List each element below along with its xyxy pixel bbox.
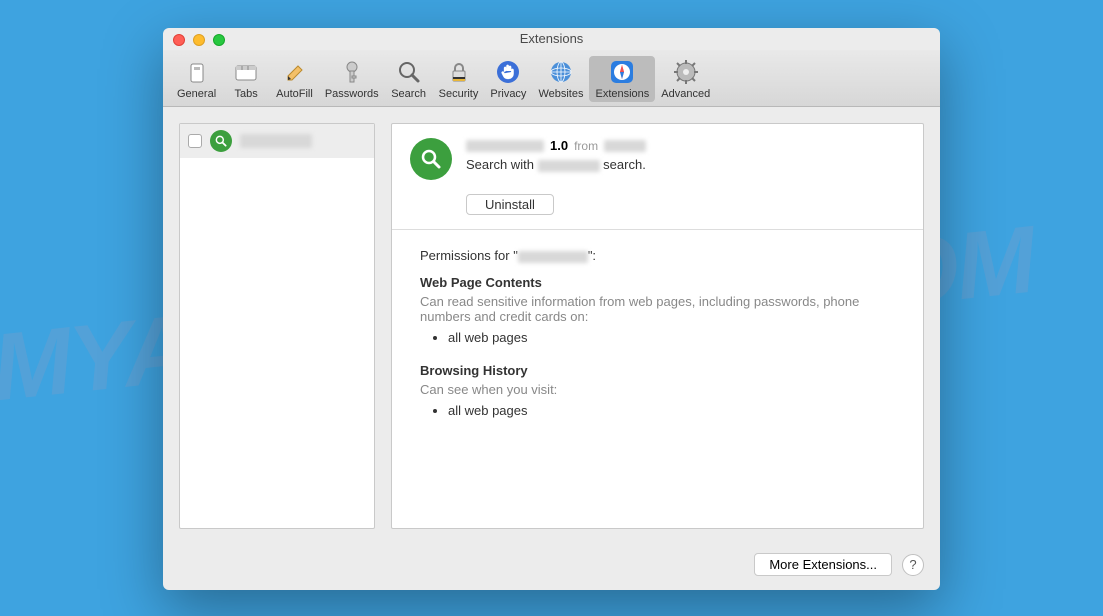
key-icon <box>338 58 366 86</box>
more-extensions-button[interactable]: More Extensions... <box>754 553 892 576</box>
extension-author-redacted <box>604 140 646 152</box>
perm-section-browsing-history: Browsing History Can see when you visit:… <box>420 363 895 418</box>
detail-description: Search with search. <box>466 157 905 172</box>
globe-icon <box>547 58 575 86</box>
perm-title: Browsing History <box>420 363 895 378</box>
perm-title: Web Page Contents <box>420 275 895 290</box>
content-area: 1.0 from Search with search. Uninstall <box>163 107 940 545</box>
perm-name-redacted <box>518 251 588 263</box>
preferences-window: Extensions General Tabs AutoFill Passwor… <box>163 28 940 590</box>
tab-extensions[interactable]: Extensions <box>589 56 655 102</box>
traffic-lights <box>173 34 225 46</box>
desc-suffix: search. <box>603 157 646 172</box>
extension-enable-checkbox[interactable] <box>188 134 202 148</box>
tab-websites[interactable]: Websites <box>532 56 589 102</box>
detail-info: 1.0 from Search with search. <box>466 138 905 172</box>
tab-label: Passwords <box>325 88 379 100</box>
tab-security[interactable]: Security <box>433 56 485 102</box>
footer: More Extensions... ? <box>163 545 940 590</box>
minimize-button[interactable] <box>193 34 205 46</box>
switch-icon <box>183 58 211 86</box>
help-button[interactable]: ? <box>902 554 924 576</box>
desc-prefix: Search with <box>466 157 534 172</box>
toolbar: General Tabs AutoFill Passwords Search <box>163 50 940 107</box>
compass-icon <box>608 58 636 86</box>
perm-list: all web pages <box>448 330 895 345</box>
extension-title-redacted <box>466 140 544 152</box>
extension-name-redacted <box>240 134 312 148</box>
tab-label: Security <box>439 88 479 100</box>
perm-text: Can see when you visit: <box>420 382 895 397</box>
extension-list-item[interactable] <box>180 124 374 158</box>
uninstall-button[interactable]: Uninstall <box>466 194 554 215</box>
tab-label: Privacy <box>490 88 526 100</box>
tab-autofill[interactable]: AutoFill <box>270 56 319 102</box>
tab-label: Websites <box>538 88 583 100</box>
extension-version: 1.0 <box>550 138 568 153</box>
tab-label: AutoFill <box>276 88 313 100</box>
tab-passwords[interactable]: Passwords <box>319 56 385 102</box>
extension-large-icon <box>410 138 452 180</box>
tab-label: General <box>177 88 216 100</box>
tabs-icon <box>232 58 260 86</box>
tab-label: Extensions <box>595 88 649 100</box>
tab-label: Advanced <box>661 88 710 100</box>
perm-list-item: all web pages <box>448 403 895 418</box>
perm-text: Can read sensitive information from web … <box>420 294 895 324</box>
perm-suffix: ": <box>588 248 596 263</box>
close-button[interactable] <box>173 34 185 46</box>
tab-advanced[interactable]: Advanced <box>655 56 716 102</box>
hand-icon <box>494 58 522 86</box>
extension-icon <box>210 130 232 152</box>
detail-header: 1.0 from Search with search. <box>392 124 923 194</box>
tab-search[interactable]: Search <box>385 56 433 102</box>
perm-list: all web pages <box>448 403 895 418</box>
perm-list-item: all web pages <box>448 330 895 345</box>
detail-title-row: 1.0 from <box>466 138 905 153</box>
window-title: Extensions <box>171 31 932 46</box>
desc-name-redacted <box>538 160 600 172</box>
lock-icon <box>445 58 473 86</box>
extension-detail-panel: 1.0 from Search with search. Uninstall <box>391 123 924 529</box>
perm-section-web-contents: Web Page Contents Can read sensitive inf… <box>420 275 895 345</box>
tab-label: Search <box>391 88 426 100</box>
tab-label: Tabs <box>235 88 258 100</box>
permissions-heading: Permissions for " ": <box>420 248 895 263</box>
gear-icon <box>672 58 700 86</box>
from-label: from <box>574 139 598 153</box>
pencil-icon <box>280 58 308 86</box>
tab-privacy[interactable]: Privacy <box>484 56 532 102</box>
titlebar: Extensions <box>163 28 940 50</box>
zoom-button[interactable] <box>213 34 225 46</box>
magnifier-icon <box>395 58 423 86</box>
permissions-section: Permissions for " ": Web Page Contents Ca… <box>392 230 923 454</box>
tab-general[interactable]: General <box>171 56 222 102</box>
tab-tabs[interactable]: Tabs <box>222 56 270 102</box>
extensions-sidebar <box>179 123 375 529</box>
uninstall-row: Uninstall <box>392 194 923 229</box>
perm-prefix: Permissions for " <box>420 248 518 263</box>
